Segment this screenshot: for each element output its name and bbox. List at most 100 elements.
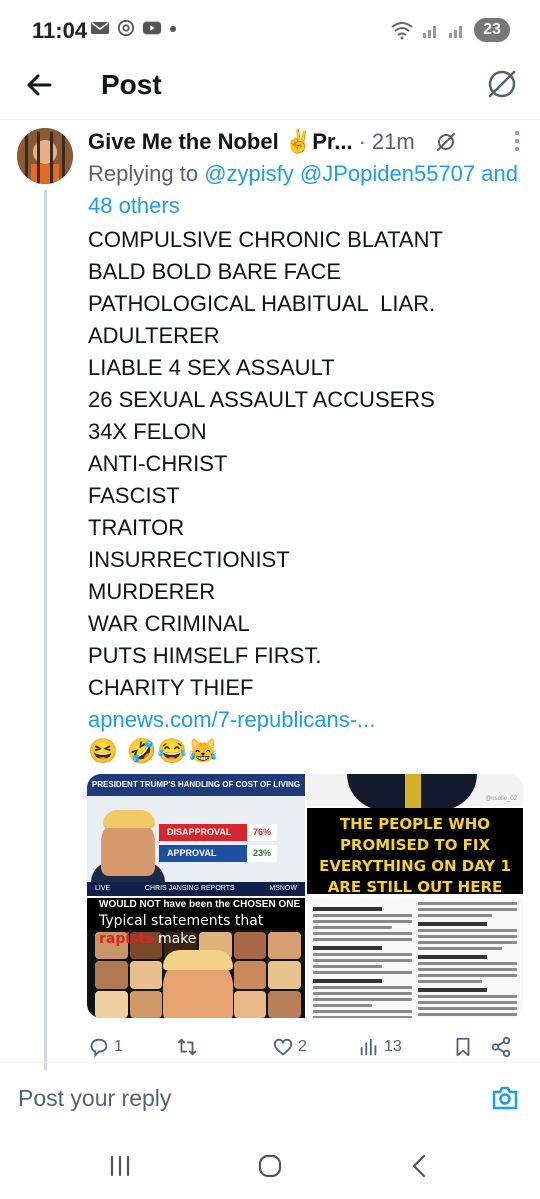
live-label: LIVE	[95, 885, 111, 892]
collage-headline: WOULD NOT have been the CHOSEN ONE	[87, 898, 305, 912]
camera-icon[interactable]	[490, 1083, 520, 1113]
replying-to: Replying to @zypisfy @JPopiden55707 and …	[88, 158, 533, 222]
signal-icon-2	[449, 26, 462, 38]
document-columns	[313, 902, 517, 1018]
collage-subline: Typical statements that rapists make	[87, 912, 305, 947]
youtube-icon	[142, 21, 162, 35]
poll-value: 23%	[247, 845, 277, 862]
bookmark-icon	[456, 1037, 470, 1057]
face-tile	[233, 961, 267, 989]
reply-input[interactable]: Post your reply	[18, 1085, 171, 1112]
text-line: TRAITOR	[88, 515, 185, 540]
image-footer: LIVE CHRIS JANSING REPORTS MSNOW	[87, 882, 305, 896]
face-tile	[95, 990, 128, 1018]
thread-line	[44, 190, 47, 1070]
collage-subline-red: rapists	[99, 931, 154, 947]
image-banner: PRESIDENT TRUMP'S HANDLING OF COST OF LI…	[87, 774, 305, 796]
grok-icon[interactable]	[484, 66, 520, 102]
network-label: MSNOW	[269, 885, 297, 892]
poll-value: 76%	[247, 824, 277, 841]
text-line: BALD BOLD BARE FACE	[88, 259, 342, 284]
mention-link[interactable]: @zypisfy	[204, 161, 294, 186]
document-column	[313, 902, 412, 1018]
repost-button[interactable]	[176, 1032, 202, 1062]
action-bar: 1 2 13	[88, 1032, 528, 1062]
media-grid: PRESIDENT TRUMP'S HANDLING OF COST OF LI…	[87, 774, 523, 1018]
meme-text: THE PEOPLE WHO PROMISED TO FIX EVERYTHIN…	[307, 808, 523, 896]
views-icon	[360, 1038, 377, 1056]
text-line: ANTI-CHRIST	[88, 451, 228, 476]
share-button[interactable]	[490, 1032, 516, 1062]
face-tile	[129, 990, 163, 1018]
text-line: WAR CRIMINAL	[88, 611, 250, 636]
poll-label: APPROVAL	[167, 848, 217, 858]
face-tile	[233, 932, 267, 960]
page-title: Post	[101, 69, 162, 100]
text-line: FASCIST	[88, 483, 180, 508]
post-time[interactable]: 21m	[372, 129, 415, 155]
reply-prefix: Replying to	[88, 161, 199, 186]
text-line: INSURRECTIONIST	[88, 547, 290, 572]
reply-count: 1	[114, 1038, 123, 1055]
face-tile	[268, 990, 301, 1018]
dot-icon	[170, 26, 176, 32]
text-line: PATHOLOGICAL HABITUAL LIAR.	[88, 291, 436, 316]
signal-icon	[423, 26, 436, 38]
poll-row-approval: APPROVAL 23%	[159, 845, 277, 862]
back-nav-icon[interactable]	[406, 1152, 434, 1180]
portrait-hair	[103, 810, 155, 828]
like-button[interactable]: 2	[272, 1032, 307, 1062]
notification-icons	[90, 19, 178, 37]
text-line: MURDERER	[88, 579, 216, 604]
collage-subline-a: Typical statements that	[99, 913, 264, 929]
more-options-icon[interactable]	[512, 128, 522, 154]
status-time: 11:04	[32, 18, 88, 43]
face-tile	[129, 961, 163, 989]
author-row: Give Me the Nobel ✌️Pr... · 21m	[88, 126, 528, 158]
face-tile	[268, 961, 301, 989]
face-tile	[95, 961, 128, 989]
bookmark-button[interactable]	[452, 1032, 478, 1062]
reply-bar: Post your reply	[0, 1062, 540, 1138]
media-image-document[interactable]	[307, 898, 523, 1018]
media-image-meme[interactable]: @nsolle_02 THE PEOPLE WHO PROMISED TO FI…	[307, 774, 523, 896]
document-column	[418, 902, 517, 1016]
wifi-icon	[391, 22, 413, 40]
tweet[interactable]: Give Me the Nobel ✌️Pr... · 21m Replying…	[0, 120, 540, 1070]
center-portrait-hair	[163, 950, 233, 970]
text-line: 34X FELON	[88, 419, 207, 444]
face-tile	[268, 932, 301, 960]
reply-button[interactable]: 1	[88, 1032, 123, 1062]
poll-label: DISAPPROVAL	[167, 827, 232, 837]
poll-box: DISAPPROVAL 76% APPROVAL 23%	[159, 824, 277, 862]
face-tile	[233, 990, 267, 1018]
avatar[interactable]	[17, 128, 73, 184]
watermark: @nsolle_02	[485, 796, 517, 802]
show-label: CHRIS JANSING REPORTS	[144, 885, 235, 892]
mail-icon	[91, 22, 109, 34]
back-arrow-icon[interactable]	[22, 68, 56, 102]
home-icon[interactable]	[256, 1152, 284, 1180]
share-icon	[491, 1036, 511, 1058]
like-count: 2	[298, 1038, 307, 1055]
heart-icon	[273, 1038, 293, 1056]
separator: ·	[358, 129, 366, 154]
text-line: ADULTERER	[88, 323, 220, 348]
collage-subline-b: make	[153, 931, 197, 947]
post-header: Post	[0, 62, 540, 120]
external-link[interactable]: apnews.com/7-republicans-...	[88, 704, 528, 736]
at-icon	[117, 19, 135, 37]
views-button[interactable]: 13	[358, 1032, 402, 1062]
media-image-collage[interactable]: WOULD NOT have been the CHOSEN ONE Typic…	[87, 898, 305, 1018]
recents-icon[interactable]	[106, 1152, 134, 1180]
author-name[interactable]: Give Me the Nobel ✌️Pr...	[88, 129, 353, 155]
text-line: LIABLE 4 SEX ASSAULT	[88, 355, 335, 380]
tie-graphic	[405, 774, 421, 808]
grok-icon[interactable]	[435, 131, 457, 153]
media-image-poll[interactable]: PRESIDENT TRUMP'S HANDLING OF COST OF LI…	[87, 774, 305, 896]
text-line: 26 SEXUAL ASSAULT ACCUSERS	[88, 387, 435, 412]
emoji-line: 😆 🤣😂😹	[88, 738, 220, 765]
text-line: CHARITY THIEF	[88, 675, 254, 700]
mention-link[interactable]: @JPopiden55707	[300, 161, 475, 186]
tweet-text: COMPULSIVE CHRONIC BLATANT BALD BOLD BAR…	[88, 224, 528, 768]
